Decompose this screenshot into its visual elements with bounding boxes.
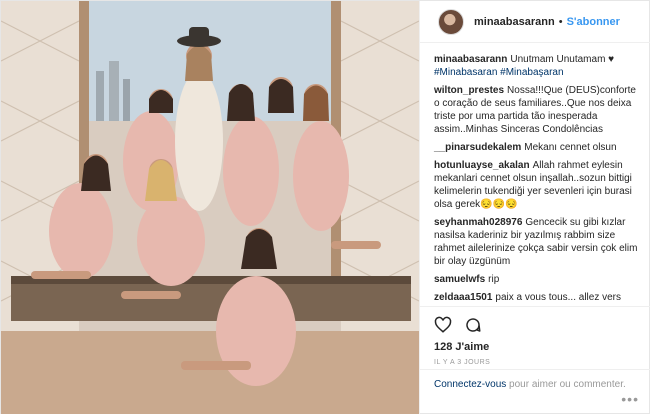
avatar[interactable] [438, 8, 464, 35]
action-icons [434, 315, 638, 335]
comment-item: __pinarsudekalem Mekanı cennet olsun [434, 141, 642, 154]
likes-count[interactable]: 128 J'aime [434, 341, 638, 353]
post-actions: 128 J'aime IL Y A 3 JOURS [420, 306, 650, 366]
heart-icon[interactable] [434, 316, 452, 334]
comment-text: paix a vous tous... allez vers [495, 292, 622, 303]
group-photo-image [1, 1, 419, 414]
post-sidebar: minaabasarann • S'abonner minaabasarann U… [419, 1, 650, 414]
login-link[interactable]: Connectez-vous [434, 379, 506, 390]
comment-list[interactable]: minaabasarann Unutmam Unutamam ♥ #Minabas… [420, 53, 650, 305]
post-photo[interactable] [1, 1, 419, 414]
comment-item: seyhanmah028976 Gencecik su gibi kızlar n… [434, 216, 642, 268]
comment-icon[interactable] [464, 316, 482, 334]
comment-author[interactable]: zeldaaa1501 [434, 292, 492, 303]
caption-comment: minaabasarann Unutmam Unutamam ♥ #Minabas… [434, 53, 642, 79]
comment-item: hotunluayse_akalan Allah rahmet eylesin m… [434, 159, 642, 211]
comment-item: wilton_prestes Nossa!!!Que (DEUS)conforte… [434, 84, 642, 136]
comment-item: zeldaaa1501 paix a vous tous... allez ver… [434, 291, 642, 304]
login-prompt: Connectez-vous pour aimer ou commenter. [420, 369, 650, 399]
comment-text: Unutmam Unutamam ♥ [510, 54, 615, 65]
more-options-icon[interactable]: ••• [621, 391, 639, 407]
comment-item: samuelwfs rip [434, 273, 642, 286]
comment-author[interactable]: minaabasarann [434, 54, 507, 65]
login-text: pour aimer ou commenter. [506, 379, 626, 390]
follow-button[interactable]: S'abonner [567, 16, 620, 28]
header-username[interactable]: minaabasarann [474, 16, 555, 28]
hashtags-link[interactable]: #Minabasaran #Minabaşaran [434, 67, 564, 78]
post-timestamp: IL Y A 3 JOURS [434, 359, 491, 366]
separator-dot: • [558, 15, 563, 28]
comment-author[interactable]: __pinarsudekalem [434, 142, 521, 153]
comment-text: Mekanı cennet olsun [524, 142, 617, 153]
instagram-post: minaabasarann • S'abonner minaabasarann U… [0, 0, 650, 414]
comment-author[interactable]: samuelwfs [434, 274, 485, 285]
comment-author[interactable]: hotunluayse_akalan [434, 160, 530, 171]
comment-text: rip [488, 274, 500, 285]
post-header: minaabasarann • S'abonner [420, 1, 650, 43]
comment-author[interactable]: wilton_prestes [434, 85, 504, 96]
comment-author[interactable]: seyhanmah028976 [434, 217, 522, 228]
